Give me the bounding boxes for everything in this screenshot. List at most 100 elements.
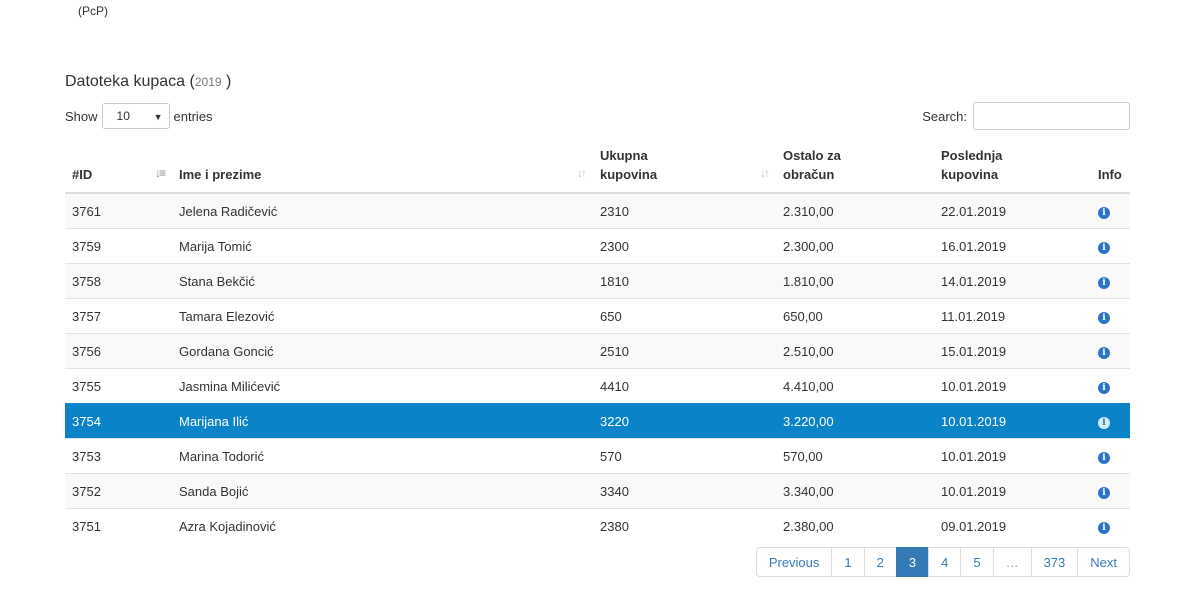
cell-total: 650 bbox=[593, 298, 776, 334]
table-row[interactable]: 3752 Sanda Bojić 3340 3.340,00 10.01.2019 i bbox=[65, 473, 1130, 509]
cell-info: i bbox=[1091, 333, 1130, 369]
info-circle-icon[interactable]: i bbox=[1098, 312, 1110, 324]
cell-info: i bbox=[1091, 508, 1130, 543]
page-length-value: 10 bbox=[116, 109, 130, 123]
search-input[interactable] bbox=[973, 102, 1130, 130]
cell-name: Sanda Bojić bbox=[172, 473, 593, 509]
cell-id: 3759 bbox=[65, 228, 172, 264]
info-circle-icon[interactable]: i bbox=[1098, 277, 1110, 289]
next-button[interactable]: Next bbox=[1077, 547, 1130, 577]
col-header-last-purchase[interactable]: Poslednja kupovina bbox=[934, 140, 1091, 194]
page-button-5[interactable]: 5 bbox=[960, 547, 994, 577]
cell-total: 1810 bbox=[593, 263, 776, 299]
cell-info: i bbox=[1091, 228, 1130, 264]
cell-remaining: 3.340,00 bbox=[776, 473, 934, 509]
cell-last: 10.01.2019 bbox=[934, 403, 1091, 439]
search-control: Search: bbox=[922, 102, 1130, 130]
table-row[interactable]: 3759 Marija Tomić 2300 2.300,00 16.01.2019 i bbox=[65, 228, 1130, 264]
info-circle-icon[interactable]: i bbox=[1098, 452, 1110, 464]
cell-last: 10.01.2019 bbox=[934, 473, 1091, 509]
cell-remaining: 2.310,00 bbox=[776, 192, 934, 229]
cell-total: 3340 bbox=[593, 473, 776, 509]
table-row[interactable]: 3755 Jasmina Milićević 4410 4.410,00 10.01.2… bbox=[65, 368, 1130, 404]
cell-last: 11.01.2019 bbox=[934, 298, 1091, 334]
cell-id: 3751 bbox=[65, 508, 172, 543]
page-title: Datoteka kupaca (2019 ) bbox=[65, 73, 231, 91]
cell-name: Tamara Elezović bbox=[172, 298, 593, 334]
page-button-2[interactable]: 2 bbox=[863, 547, 897, 577]
cell-name: Marija Tomić bbox=[172, 228, 593, 264]
info-circle-icon[interactable]: i bbox=[1098, 207, 1110, 219]
cell-last: 10.01.2019 bbox=[934, 368, 1091, 404]
cell-last: 22.01.2019 bbox=[934, 192, 1091, 229]
col-header-total[interactable]: Ukupna kupovina ↓↑ bbox=[593, 140, 776, 194]
col-header-id[interactable]: #ID ↓≡ bbox=[65, 140, 172, 194]
cell-total: 4410 bbox=[593, 368, 776, 404]
sort-desc-icon: ↓≡ bbox=[154, 166, 166, 180]
info-circle-icon[interactable]: i bbox=[1098, 242, 1110, 254]
cell-id: 3758 bbox=[65, 263, 172, 299]
table-controls: Show 10 ▼ entries Search: bbox=[65, 102, 1130, 130]
cell-total: 3220 bbox=[593, 403, 776, 439]
cell-name: Jasmina Milićević bbox=[172, 368, 593, 404]
cell-info: i bbox=[1091, 298, 1130, 334]
table-row[interactable]: 3757 Tamara Elezović 650 650,00 11.01.2019 i bbox=[65, 298, 1130, 334]
cell-total: 2310 bbox=[593, 192, 776, 229]
page-button-1[interactable]: 1 bbox=[831, 547, 865, 577]
search-label: Search: bbox=[922, 108, 967, 124]
page-length-select[interactable]: 10 ▼ bbox=[101, 103, 170, 129]
col-header-remaining[interactable]: Ostalo za obračun bbox=[776, 140, 934, 194]
table-row[interactable]: 3756 Gordana Goncić 2510 2.510,00 15.01.2019… bbox=[65, 333, 1130, 369]
table-row[interactable]: 3753 Marina Todorić 570 570,00 10.01.2019 i bbox=[65, 438, 1130, 474]
previous-button[interactable]: Previous bbox=[755, 547, 833, 577]
cell-last: 14.01.2019 bbox=[934, 263, 1091, 299]
cell-last: 15.01.2019 bbox=[934, 333, 1091, 369]
page-button-4[interactable]: 4 bbox=[928, 547, 962, 577]
cell-remaining: 570,00 bbox=[776, 438, 934, 474]
cell-name: Stana Bekčić bbox=[172, 263, 593, 299]
info-circle-icon[interactable]: i bbox=[1098, 382, 1110, 394]
title-text: Datoteka kupaca ( bbox=[65, 73, 195, 90]
cell-remaining: 650,00 bbox=[776, 298, 934, 334]
title-close: ) bbox=[226, 73, 232, 90]
cell-last: 09.01.2019 bbox=[934, 508, 1091, 543]
cell-id: 3757 bbox=[65, 298, 172, 334]
page-button-3[interactable]: 3 bbox=[895, 547, 930, 577]
table-row[interactable]: 3751 Azra Kojadinović 2380 2.380,00 09.01.20… bbox=[65, 508, 1130, 543]
cell-info: i bbox=[1091, 192, 1130, 229]
info-circle-icon[interactable]: i bbox=[1098, 487, 1110, 499]
cell-id: 3756 bbox=[65, 333, 172, 369]
cell-info: i bbox=[1091, 368, 1130, 404]
header-note: (PcP) bbox=[78, 4, 108, 18]
table-row[interactable]: 3754 Marijana Ilić 3220 3.220,00 10.01.2019 i bbox=[65, 403, 1130, 439]
show-label: Show bbox=[65, 108, 98, 124]
sort-icon: ↓↑ bbox=[577, 166, 587, 180]
cell-remaining: 1.810,00 bbox=[776, 263, 934, 299]
cell-name: Gordana Goncić bbox=[172, 333, 593, 369]
info-circle-icon[interactable]: i bbox=[1098, 347, 1110, 359]
table-row[interactable]: 3761 Jelena Radičević 2310 2.310,00 22.01.20… bbox=[65, 192, 1130, 229]
cell-remaining: 3.220,00 bbox=[776, 403, 934, 439]
cell-last: 16.01.2019 bbox=[934, 228, 1091, 264]
chevron-down-icon: ▼ bbox=[153, 112, 163, 122]
cell-id: 3753 bbox=[65, 438, 172, 474]
customers-table: #ID ↓≡ Ime i prezime ↓↑ Ukupna kupovina ↓↑ … bbox=[65, 140, 1130, 543]
cell-last: 10.01.2019 bbox=[934, 438, 1091, 474]
page-button-373[interactable]: 373 bbox=[1030, 547, 1079, 577]
cell-info: i bbox=[1091, 438, 1130, 474]
cell-info: i bbox=[1091, 473, 1130, 509]
title-year: 2019 bbox=[194, 75, 222, 89]
cell-total: 2300 bbox=[593, 228, 776, 264]
cell-remaining: 2.380,00 bbox=[776, 508, 934, 543]
cell-info: i bbox=[1091, 263, 1130, 299]
cell-name: Jelena Radičević bbox=[172, 192, 593, 229]
cell-remaining: 2.300,00 bbox=[776, 228, 934, 264]
cell-id: 3752 bbox=[65, 473, 172, 509]
info-circle-icon[interactable]: i bbox=[1098, 417, 1110, 429]
info-circle-icon[interactable]: i bbox=[1098, 522, 1110, 534]
entries-label: entries bbox=[173, 108, 213, 124]
cell-total: 2380 bbox=[593, 508, 776, 543]
table-row[interactable]: 3758 Stana Bekčić 1810 1.810,00 14.01.2019 i bbox=[65, 263, 1130, 299]
cell-id: 3761 bbox=[65, 192, 172, 229]
col-header-name[interactable]: Ime i prezime ↓↑ bbox=[172, 140, 593, 194]
